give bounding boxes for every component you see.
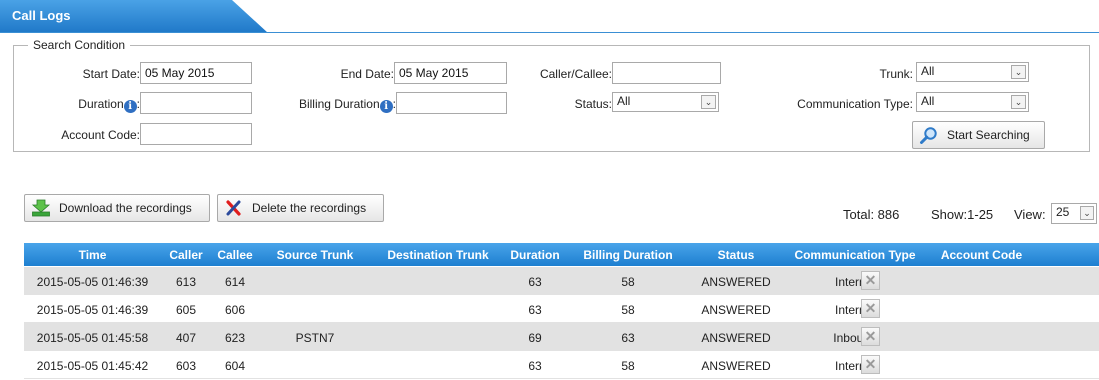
cell-source-trunk: PSTN7: [295, 331, 335, 345]
column-header-caller[interactable]: Caller: [161, 248, 211, 262]
download-recordings-label: Download the recordings: [59, 201, 192, 215]
cell-billing-duration: 58: [621, 359, 635, 373]
cell-status: ANSWERED: [701, 331, 771, 345]
cell-duration: 63: [528, 303, 542, 317]
trunk-select-value: All: [921, 64, 935, 78]
cell-caller: 603: [175, 359, 197, 373]
cell-time: 2015-05-05 01:46:39: [36, 303, 149, 317]
cell-caller: 605: [175, 303, 197, 317]
column-header-source-trunk[interactable]: Source Trunk: [259, 248, 371, 262]
billing-duration-label: Billing Duration i:: [270, 97, 396, 113]
chevron-down-icon: ⌄: [701, 95, 716, 109]
cell-billing-duration: 58: [621, 303, 635, 317]
tab-underline: [0, 32, 1099, 33]
caller-callee-label: Caller/Callee:: [539, 67, 612, 81]
delete-recordings-button[interactable]: Delete the recordings: [217, 194, 384, 222]
status-select[interactable]: All ⌄: [612, 92, 719, 112]
delete-recordings-label: Delete the recordings: [252, 201, 367, 215]
cell-time: 2015-05-05 01:45:42: [36, 359, 149, 373]
duration-input[interactable]: [140, 92, 252, 114]
start-searching-label: Start Searching: [947, 128, 1030, 142]
download-recordings-button[interactable]: Download the recordings: [24, 194, 210, 222]
cell-callee: 623: [224, 331, 246, 345]
chevron-down-icon: ⌄: [1080, 206, 1094, 220]
end-date-input[interactable]: [394, 62, 507, 84]
cell-communication-type: Inbound: [833, 331, 877, 345]
table-row: 2015-05-05 01:45:42 603 604 63 58 ANSWER…: [24, 351, 1099, 379]
cell-callee: 614: [224, 275, 246, 289]
account-code-input[interactable]: [140, 123, 252, 145]
cell-status: ANSWERED: [701, 275, 771, 289]
cell-duration: 63: [528, 275, 542, 289]
communication-type-select[interactable]: All ⌄: [916, 92, 1029, 112]
chevron-down-icon: ⌄: [1011, 65, 1026, 79]
cell-communication-type: Internal: [834, 359, 876, 373]
start-date-input[interactable]: [140, 62, 252, 84]
column-header-callee[interactable]: Callee: [211, 248, 259, 262]
status-select-value: All: [617, 94, 631, 108]
cell-status: ANSWERED: [701, 359, 771, 373]
table-row: 2015-05-05 01:45:58 407 623 PSTN7 69 63 …: [24, 323, 1099, 351]
view-label: View:: [1014, 207, 1046, 222]
tab-bar: Call Logs: [0, 0, 1099, 33]
cell-time: 2015-05-05 01:46:39: [36, 275, 149, 289]
chevron-down-icon: ⌄: [1011, 95, 1026, 109]
view-count-select[interactable]: 25 ⌄: [1051, 203, 1097, 224]
delete-x-icon[interactable]: ✕: [861, 327, 880, 346]
communication-type-label: Communication Type:: [797, 97, 913, 111]
communication-type-select-value: All: [921, 94, 935, 108]
cell-time: 2015-05-05 01:45:58: [36, 331, 149, 345]
cell-duration: 63: [528, 359, 542, 373]
table-header: Time Caller Callee Source Trunk Destinat…: [24, 243, 1099, 266]
billing-duration-label-text: Billing Duration: [298, 97, 380, 111]
end-date-label: End Date:: [340, 67, 394, 81]
column-header-billing-duration[interactable]: Billing Duration: [565, 248, 691, 262]
table-row: 2015-05-05 01:46:39 613 614 63 58 ANSWER…: [24, 267, 1099, 295]
search-condition-legend: Search Condition: [28, 38, 131, 52]
column-header-communication-type[interactable]: Communication Type: [781, 248, 929, 262]
billing-duration-input[interactable]: [396, 92, 507, 114]
table-row: 2015-05-05 01:46:39 605 606 63 58 ANSWER…: [24, 295, 1099, 323]
start-date-label: Start Date:: [82, 67, 140, 81]
trunk-label: Trunk:: [879, 67, 913, 81]
cell-status: ANSWERED: [701, 303, 771, 317]
account-code-label: Account Code:: [61, 128, 140, 142]
cell-caller: 613: [175, 275, 197, 289]
status-label: Status:: [574, 97, 612, 111]
cell-communication-type: Internal: [834, 303, 876, 317]
duration-label: Duration i:: [40, 97, 140, 113]
column-header-destination-trunk[interactable]: Destination Trunk: [371, 248, 505, 262]
start-searching-button[interactable]: Start Searching: [912, 121, 1045, 149]
column-header-duration[interactable]: Duration: [505, 248, 565, 262]
delete-x-icon[interactable]: ✕: [861, 299, 880, 318]
cell-callee: 606: [224, 303, 246, 317]
caller-callee-input[interactable]: [612, 62, 721, 84]
column-header-account-code[interactable]: Account Code: [929, 248, 1034, 262]
delete-x-icon[interactable]: ✕: [861, 271, 880, 290]
show-range: Show:1-25: [931, 207, 994, 222]
view-count-value: 25: [1056, 205, 1070, 219]
cell-caller: 407: [175, 331, 197, 345]
cell-callee: 604: [224, 359, 246, 373]
download-arrow-icon: [31, 199, 51, 217]
cell-communication-type: Internal: [834, 275, 876, 289]
duration-label-text: Duration: [78, 97, 124, 111]
column-header-status[interactable]: Status: [691, 248, 781, 262]
cell-duration: 69: [528, 331, 542, 345]
info-icon[interactable]: i: [123, 100, 137, 113]
trunk-select[interactable]: All ⌄: [916, 62, 1029, 82]
tab-call-logs[interactable]: Call Logs: [0, 0, 268, 33]
column-header-time[interactable]: Time: [24, 248, 161, 262]
red-x-icon: [226, 200, 241, 216]
cell-billing-duration: 58: [621, 275, 635, 289]
magnifier-icon: [920, 127, 937, 144]
total-count: Total: 886: [843, 207, 900, 222]
delete-x-icon[interactable]: ✕: [861, 355, 880, 374]
cell-billing-duration: 63: [621, 331, 635, 345]
info-icon[interactable]: i: [379, 100, 393, 113]
